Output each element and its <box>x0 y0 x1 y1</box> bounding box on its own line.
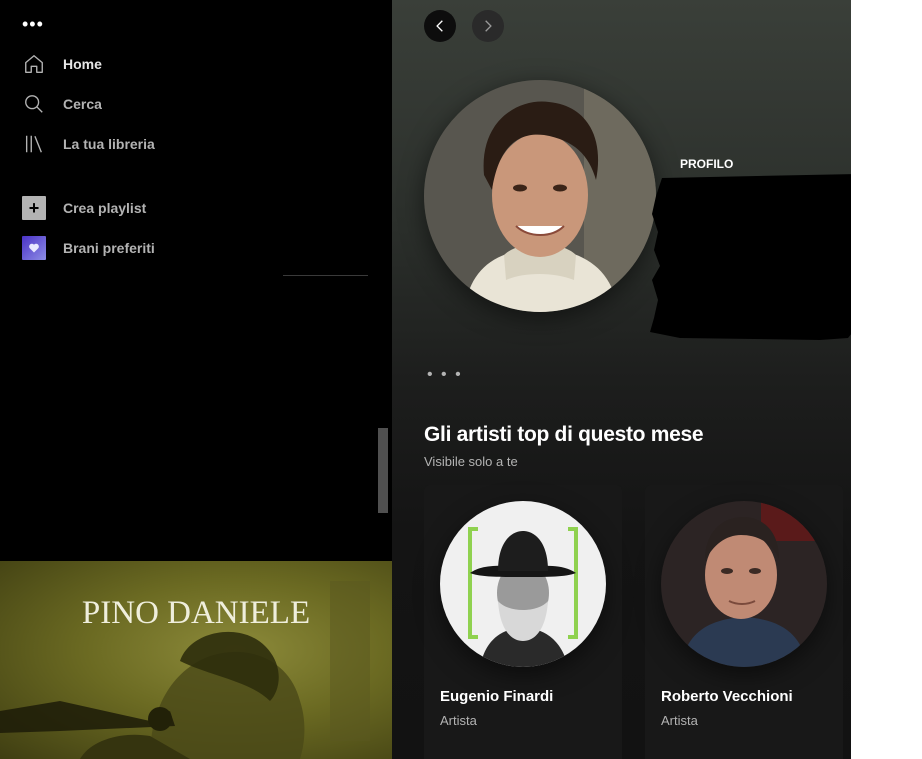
artist-name[interactable]: Eugenio Finardi <box>440 688 553 705</box>
section-title[interactable]: Gli artisti top di questo mese <box>424 423 704 447</box>
library-icon <box>22 132 46 156</box>
sidebar-item-label: Cerca <box>63 96 102 112</box>
sidebar-item-label: La tua libreria <box>63 136 155 152</box>
artist-name[interactable]: Roberto Vecchioni <box>661 688 793 705</box>
sidebar-scrollbar[interactable] <box>378 428 388 513</box>
sidebar-item-search[interactable]: Cerca <box>22 91 102 117</box>
search-icon <box>22 92 46 116</box>
profile-avatar[interactable] <box>424 80 656 312</box>
main-view: PROFILO • • • Gli artisti top di questo … <box>392 0 851 759</box>
plus-icon: + <box>22 196 46 220</box>
chevron-right-icon <box>485 20 492 32</box>
artist-type: Artista <box>440 713 477 728</box>
liked-songs-button[interactable]: Brani preferiti <box>22 235 155 261</box>
artist-type: Artista <box>661 713 698 728</box>
profile-type-label: PROFILO <box>680 157 734 171</box>
cover-photo-shapes <box>0 581 370 759</box>
sidebar-item-label: Home <box>63 56 102 72</box>
home-icon <box>22 52 46 76</box>
artist-photo-finardi <box>440 501 606 667</box>
sidebar: ••• Home Cerca La tua libreria + Crea pl… <box>0 0 392 759</box>
window-background <box>851 0 922 759</box>
sidebar-divider <box>283 275 368 276</box>
liked-songs-label: Brani preferiti <box>63 240 155 256</box>
redacted-profile-name <box>650 174 851 340</box>
cover-title: PINO DANIELE <box>81 595 311 631</box>
sidebar-item-library[interactable]: La tua libreria <box>22 131 155 157</box>
chevron-left-icon <box>436 20 443 32</box>
artist-card[interactable]: Roberto Vecchioni Artista <box>645 485 843 759</box>
sidebar-more-menu-button[interactable]: ••• <box>22 14 52 34</box>
now-playing-cover-art[interactable]: PINO DANIELE <box>0 561 392 759</box>
artist-photo <box>661 501 827 667</box>
sidebar-item-home[interactable]: Home <box>22 51 102 77</box>
profile-photo <box>424 80 656 312</box>
artist-photo <box>440 501 606 667</box>
section-subtitle: Visibile solo a te <box>424 454 518 469</box>
heart-icon <box>22 236 46 260</box>
create-playlist-label: Crea playlist <box>63 200 147 216</box>
profile-more-button[interactable]: • • • <box>427 366 463 384</box>
artist-card[interactable]: Eugenio Finardi Artista <box>424 485 622 759</box>
create-playlist-button[interactable]: + Crea playlist <box>22 195 146 221</box>
artist-photo-vecchioni <box>661 501 827 667</box>
forward-button[interactable] <box>472 10 504 42</box>
back-button[interactable] <box>424 10 456 42</box>
